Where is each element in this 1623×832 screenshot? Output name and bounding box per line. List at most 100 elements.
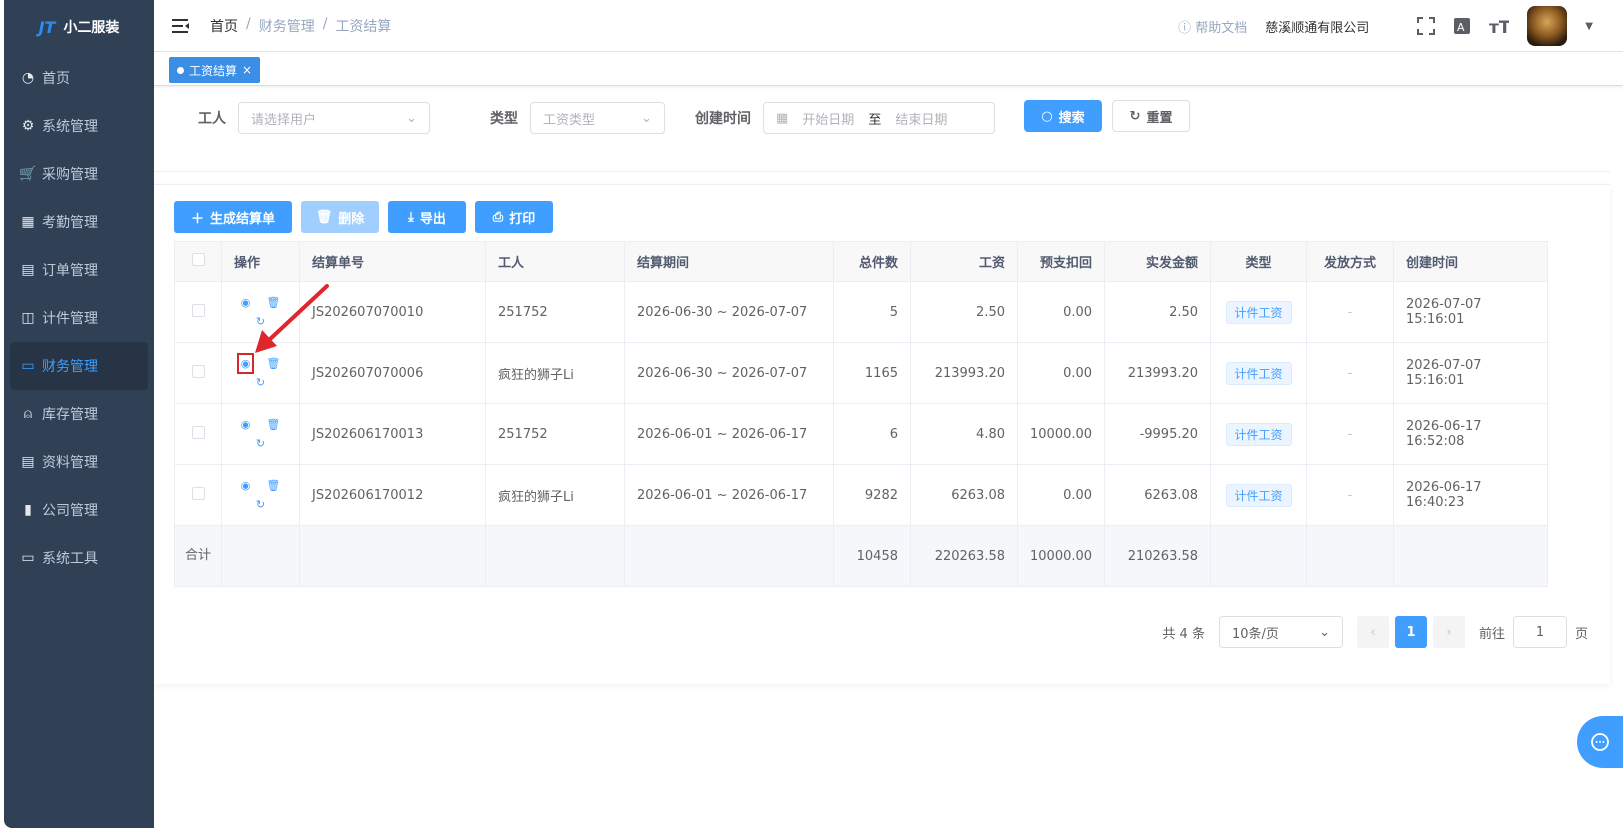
view-eye-icon[interactable]: ◉ xyxy=(241,479,251,492)
reset-button-label: 重置 xyxy=(1146,110,1173,126)
download-icon: ⤓ xyxy=(408,209,414,225)
refresh-icon[interactable]: ↻ xyxy=(256,376,265,389)
sidebar-item-7[interactable]: ⍝ 库存管理 xyxy=(4,390,154,438)
goto-page-input[interactable]: 1 xyxy=(1512,616,1567,648)
avatar[interactable] xyxy=(1527,6,1568,46)
reset-button[interactable]: ↻ 重置 xyxy=(1112,100,1190,132)
navbar: 首页 / 财务管理 / 工资结算 ⓘ 帮助文档 慈溪顺通有限公司 A тT ▼ xyxy=(154,0,1623,52)
bar-chart-icon: ▮ xyxy=(24,502,32,518)
chat-button[interactable] xyxy=(1577,716,1623,768)
cell-period: 2026-06-30 ~ 2026-07-07 xyxy=(624,342,834,404)
cell-worker: 251752 xyxy=(485,281,625,343)
view-eye-icon[interactable]: ◉ xyxy=(241,418,251,431)
type-placeholder: 工资类型 xyxy=(543,112,596,128)
page-size-select[interactable]: 10条/页 ⌄ xyxy=(1218,616,1343,648)
type-select[interactable]: 工资类型 ⌄ xyxy=(530,102,665,134)
cell-settlement-no: JS202606170013 xyxy=(299,403,486,465)
page-1-button[interactable]: 1 xyxy=(1394,616,1427,648)
table-header: 操作 结算单号 工人 结算期间 总件数 工资 预支扣回 实发金额 类型 发放方式… xyxy=(174,241,1548,282)
delete-trash-icon[interactable]: 🗑 xyxy=(266,479,280,492)
logo[interactable]: JT 小二服装 xyxy=(4,0,154,54)
prev-page-button[interactable]: ‹ xyxy=(1356,616,1389,648)
chart-monitor-icon: ▭ xyxy=(21,358,35,374)
next-page-button[interactable]: › xyxy=(1432,616,1465,648)
sidebar-item-10[interactable]: ▭ 系统工具 xyxy=(4,534,154,582)
end-date-input[interactable]: 结束日期 xyxy=(895,109,947,128)
refresh-icon[interactable]: ↻ xyxy=(256,498,265,511)
sidebar-item-1[interactable]: ⚙ 系统管理 xyxy=(4,102,154,150)
sidebar-item-3[interactable]: ▦ 考勤管理 xyxy=(4,198,154,246)
table-row: ◉ 🗑 ↻ JS202606170012 疯狂的狮子Li 2026-06-01 ~ 202… xyxy=(174,464,1548,526)
created-label: 创建时间 xyxy=(695,111,751,127)
svg-text:тT: тT xyxy=(1489,18,1509,35)
order-icon: ▤ xyxy=(21,262,35,278)
search-button-label: 搜索 xyxy=(1058,110,1085,126)
print-button[interactable]: ⎙ 打印 xyxy=(475,201,553,233)
col-wage: 工资 xyxy=(910,241,1018,282)
refresh-icon[interactable]: ↻ xyxy=(256,437,265,450)
document-icon: ▤ xyxy=(21,454,35,470)
goto-label: 前往 xyxy=(1478,626,1505,642)
row-checkbox[interactable] xyxy=(191,364,205,378)
row-checkbox[interactable] xyxy=(191,486,205,500)
view-eye-icon[interactable]: ◉ xyxy=(236,353,255,374)
sidebar-item-2[interactable]: 🛒 采购管理 xyxy=(4,150,154,198)
close-icon[interactable]: × xyxy=(242,63,252,77)
breadcrumb-finance[interactable]: 财务管理 xyxy=(259,16,315,36)
sidebar-item-9[interactable]: ▮ 公司管理 xyxy=(4,486,154,534)
fullscreen-icon[interactable] xyxy=(1417,17,1436,35)
worker-label: 工人 xyxy=(198,111,226,127)
cell-settlement-no: JS202606170012 xyxy=(299,464,486,526)
tag-salary-settlement[interactable]: 工资结算 × xyxy=(169,57,261,83)
select-all-checkbox[interactable] xyxy=(191,253,205,266)
breadcrumb-home[interactable]: 首页 xyxy=(210,16,238,36)
hamburger-icon[interactable] xyxy=(172,18,190,34)
sidebar-item-5[interactable]: ◫ 计件管理 xyxy=(4,294,154,342)
refresh-icon: ↻ xyxy=(1129,108,1141,124)
refresh-icon[interactable]: ↻ xyxy=(256,315,265,328)
col-worker: 工人 xyxy=(485,241,625,282)
cell-wage: 4.80 xyxy=(910,403,1018,465)
user-icon: ⍝ xyxy=(23,406,33,422)
translate-icon[interactable]: A xyxy=(1453,17,1471,35)
search-button[interactable]: ○ 搜索 xyxy=(1024,100,1102,132)
summary-count: 10458 xyxy=(833,525,911,587)
row-checkbox[interactable] xyxy=(191,425,205,439)
chat-icon xyxy=(1591,733,1609,751)
sidebar-item-label: 首页 xyxy=(42,71,70,87)
grid-icon: ▦ xyxy=(21,214,35,230)
plus-icon: ＋ xyxy=(190,211,204,227)
date-range-picker[interactable]: ▦ 开始日期 至 结束日期 xyxy=(763,102,995,134)
sidebar-item-0[interactable]: ◔ 首页 xyxy=(4,54,154,102)
help-docs-link[interactable]: ⓘ 帮助文档 xyxy=(1178,17,1247,36)
sidebar-item-8[interactable]: ▤ 资料管理 xyxy=(4,438,154,486)
settlement-table: 操作 结算单号 工人 结算期间 总件数 工资 预支扣回 实发金额 类型 发放方式… xyxy=(174,241,1548,587)
font-size-icon[interactable]: тT xyxy=(1489,17,1509,35)
start-date-input[interactable]: 开始日期 xyxy=(802,109,854,128)
export-button[interactable]: ⤓ 导出 xyxy=(388,201,466,233)
gear-icon: ⚙ xyxy=(21,118,35,134)
cell-wage: 2.50 xyxy=(910,281,1018,343)
pagination: 共 4 条 10条/页 ⌄ ‹ 1 › 前往 1 页 xyxy=(1162,616,1588,648)
worker-select[interactable]: 请选择用户 ⌄ xyxy=(238,102,430,134)
type-badge: 计件工资 xyxy=(1225,483,1292,507)
cell-worker: 251752 xyxy=(485,403,625,465)
main-card: ＋ 生成结算单 🗑 删除 ⤓ 导出 ⎙ 打印 操作 结算单号 工人 结算期间 总件数 工… xyxy=(154,184,1610,684)
generate-settlement-button[interactable]: ＋ 生成结算单 xyxy=(174,201,292,233)
sidebar-item-6[interactable]: ▭ 财务管理 xyxy=(10,342,148,390)
summary-label: 合计 xyxy=(174,525,222,587)
table-row: ◉ 🗑 ↻ JS202607070006 疯狂的狮子Li 2026-06-30 ~ 202… xyxy=(174,342,1548,404)
cell-count: 1165 xyxy=(833,342,911,404)
view-eye-icon[interactable]: ◉ xyxy=(241,296,251,309)
caret-down-icon[interactable]: ▼ xyxy=(1585,21,1593,32)
row-checkbox[interactable] xyxy=(191,303,205,317)
delete-trash-icon[interactable]: 🗑 xyxy=(266,357,280,370)
delete-trash-icon[interactable]: 🗑 xyxy=(266,296,280,309)
delete-trash-icon[interactable]: 🗑 xyxy=(266,418,280,431)
sidebar-item-label: 采购管理 xyxy=(42,167,98,183)
generate-label: 生成结算单 xyxy=(210,211,276,227)
cell-count: 5 xyxy=(833,281,911,343)
sidebar-item-4[interactable]: ▤ 订单管理 xyxy=(4,246,154,294)
cell-method: - xyxy=(1306,281,1395,343)
delete-button[interactable]: 🗑 删除 xyxy=(301,201,379,233)
